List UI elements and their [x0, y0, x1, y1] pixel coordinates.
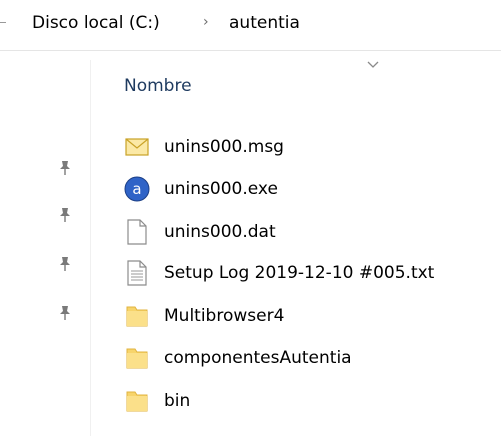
file-name: unins000.dat [164, 222, 276, 242]
file-name: unins000.msg [164, 137, 284, 157]
list-item[interactable]: unins000.msg [124, 127, 501, 167]
breadcrumb-separator-icon[interactable]: › [203, 14, 209, 30]
file-name: bin [164, 391, 191, 411]
pin-icon[interactable] [58, 305, 72, 321]
file-name: Setup Log 2019-12-10 #005.txt [164, 263, 435, 283]
pin-icon[interactable] [58, 207, 72, 223]
folder-icon [124, 344, 150, 372]
list-item[interactable]: Setup Log 2019-12-10 #005.txt [124, 253, 501, 293]
chevron-down-icon[interactable] [366, 60, 380, 70]
file-name: Multibrowser4 [164, 306, 285, 326]
mail-file-icon [124, 133, 150, 161]
pin-icon[interactable] [58, 256, 72, 272]
file-name: unins000.exe [164, 179, 278, 199]
folder-icon [124, 302, 150, 330]
file-name: componentesAutentia [164, 348, 352, 368]
svg-text:a: a [132, 180, 141, 198]
list-item[interactable]: Multibrowser4 [124, 296, 501, 336]
list-item[interactable]: bin [124, 381, 501, 421]
column-header-name[interactable]: Nombre [124, 76, 192, 96]
column-separator [90, 60, 91, 436]
list-item[interactable]: componentesAutentia [124, 338, 501, 378]
list-item[interactable]: a unins000.exe [124, 169, 501, 209]
text-file-icon [124, 259, 150, 287]
list-item[interactable]: unins000.dat [124, 212, 501, 252]
pin-icon[interactable] [58, 160, 72, 176]
folder-icon [124, 387, 150, 415]
blank-file-icon [124, 218, 150, 246]
quick-access-pins [0, 0, 80, 436]
breadcrumb-item-folder[interactable]: autentia [229, 13, 300, 33]
app-exe-icon: a [124, 175, 150, 203]
